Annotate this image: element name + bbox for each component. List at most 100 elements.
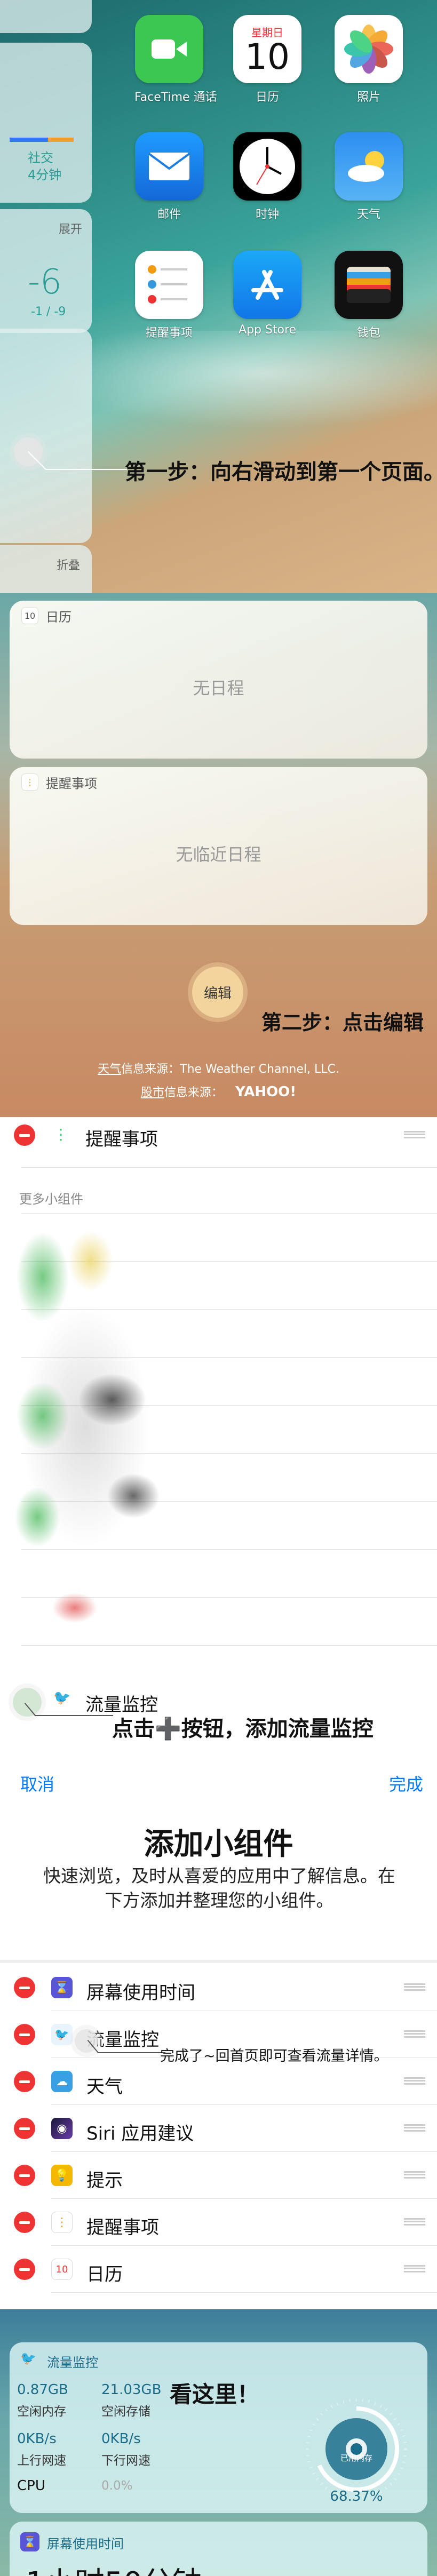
expand-link[interactable]: 展开 — [59, 220, 82, 237]
gauge-label: 已用内存 — [340, 2453, 372, 2463]
screen-time-title: 屏幕使用时间 — [47, 2537, 124, 2551]
widget-row[interactable]: ⌛ 屏幕使用时间 — [0, 1964, 437, 2011]
storage-label: 空闲存储 — [101, 2405, 150, 2419]
cpu-label: CPU — [17, 2478, 45, 2494]
app-facetime[interactable]: FaceTime 通话 — [134, 15, 217, 105]
app-mail[interactable]: 邮件 — [134, 132, 204, 222]
reminders-widget[interactable]: ⋮ 提醒事项 无临近日程 — [10, 767, 427, 925]
widget-row[interactable]: ☁ 天气 — [0, 2058, 437, 2105]
calendar-empty-text: 无日程 — [193, 678, 244, 698]
stock-source-text: 信息来源： — [164, 1086, 223, 1099]
reminders-icon: ⋮ — [51, 2212, 73, 2233]
today-widget-weather: 展开 -6 -1 / -9 — [0, 209, 92, 333]
calendar-small-icon: 10 — [21, 607, 38, 624]
edit-button[interactable]: 编辑 — [192, 967, 243, 1018]
today-widget-screen-time[interactable]: 社交 4分钟 — [0, 43, 92, 203]
remove-button[interactable] — [14, 2024, 35, 2045]
stock-source-link[interactable]: 股市 — [141, 1086, 164, 1099]
upload-speed-value: 0KB/s — [17, 2431, 57, 2447]
siri-icon: ◉ — [51, 2118, 73, 2139]
result-widget-section: 🐦 流量监控 0.87GB 空闲内存 21.03GB 空闲存储 0KB/s 上行… — [0, 2309, 437, 2576]
look-here-annotation: 看这里！ — [170, 2381, 260, 2407]
blurred-widget-list — [11, 1213, 187, 1645]
remove-button[interactable] — [14, 2212, 35, 2233]
step1-annotation: 第一步：向右滑动到第一个页面。 — [125, 460, 437, 484]
screen-time-widget[interactable]: ⌛ 屏幕使用时间 1小时50分钟 — [10, 2522, 427, 2576]
remove-button[interactable] — [14, 2118, 35, 2139]
app-label: 时钟 — [255, 208, 279, 221]
app-weather[interactable]: 天气 — [334, 132, 403, 222]
mem-free-label: 空闲内存 — [17, 2405, 66, 2419]
app-label: 提醒事项 — [145, 326, 193, 340]
appstore-icon — [233, 251, 301, 319]
done-button[interactable]: 完成 — [389, 1771, 423, 1796]
drag-handle[interactable] — [404, 2030, 425, 2038]
today-widget-bottom: 折叠 — [0, 545, 92, 593]
cpu-value: 0.0% — [101, 2479, 133, 2493]
remove-button[interactable] — [14, 1124, 35, 1146]
flow-widget-title: 流量监控 — [47, 2355, 98, 2370]
divider — [0, 1960, 437, 1963]
yahoo-logo: YAHOO! — [235, 1084, 297, 1100]
app-reminders[interactable]: 提醒事项 — [134, 251, 204, 340]
gauge-value: 68.37% — [330, 2489, 383, 2505]
home-screen-section: 社交 4分钟 展开 -6 -1 / -9 折叠 FaceTime 通话 星期日 … — [0, 0, 437, 593]
divider — [21, 1167, 437, 1168]
photos-icon — [335, 15, 403, 83]
app-label: 照片 — [356, 91, 380, 104]
drag-handle[interactable] — [404, 1131, 425, 1138]
today-view-section: 10 日历 无日程 ⋮ 提醒事项 无临近日程 编辑 第二步：点击编辑 天气信息来… — [0, 593, 437, 1117]
pointer-line — [88, 2040, 165, 2053]
lightbulb-icon: 💡 — [51, 2165, 73, 2186]
widget-row[interactable]: ◉ Siri 应用建议 — [0, 2105, 437, 2152]
app-clock[interactable]: 时钟 — [233, 132, 302, 222]
active-widget-reminders: 提醒事项 — [85, 1129, 158, 1150]
widget-name: 提示 — [86, 2170, 123, 2191]
download-speed-value: 0KB/s — [101, 2431, 141, 2447]
widget-name: 天气 — [86, 2076, 123, 2098]
widget-row[interactable]: ⋮ 提醒事项 — [0, 2199, 437, 2246]
app-label: 钱包 — [356, 326, 380, 340]
app-photos[interactable]: 照片 — [334, 15, 403, 105]
widget-name: 提醒事项 — [86, 2217, 159, 2238]
temperature: -6 — [28, 262, 62, 302]
more-widgets-section: ⋮ 提醒事项 更多小组件 🐦 流量监控 点击➕按钮，添加流量监控 — [0, 1117, 437, 1752]
remove-button[interactable] — [14, 1977, 35, 1998]
drag-handle[interactable] — [404, 2124, 425, 2132]
pointer-line — [25, 1703, 113, 1716]
page-title: 添加小组件 — [144, 1827, 293, 1862]
calendar-icon: 10 — [51, 2259, 73, 2280]
screen-time-value: 1小时50分钟 — [26, 2559, 202, 2576]
widget-name: 日历 — [86, 2264, 123, 2285]
widget-row[interactable]: 10 日历 — [0, 2246, 437, 2293]
step2-annotation: 第二步：点击编辑 — [261, 1011, 424, 1034]
cancel-button[interactable]: 取消 — [20, 1771, 54, 1796]
drag-handle[interactable] — [404, 2171, 425, 2179]
app-calendar[interactable]: 星期日 10 日历 — [233, 15, 302, 105]
weather-source: 天气信息来源：The Weather Channel, LLC. — [0, 1059, 437, 1076]
fold-link[interactable]: 折叠 — [57, 556, 80, 573]
social-time: 4分钟 — [28, 168, 62, 182]
hourglass-icon: ⌛ — [20, 2532, 39, 2551]
remove-button[interactable] — [14, 2259, 35, 2280]
reminders-small-icon: ⋮ — [21, 773, 38, 791]
upload-speed-label: 上行网速 — [17, 2454, 66, 2468]
app-wallet[interactable]: 钱包 — [334, 251, 403, 340]
drag-handle[interactable] — [404, 2265, 425, 2272]
calendar-widget[interactable]: 10 日历 无日程 — [10, 601, 427, 759]
widget-row[interactable]: 💡 提示 — [0, 2152, 437, 2199]
weather-source-link[interactable]: 天气 — [98, 1063, 121, 1076]
widget-name: Siri 应用建议 — [86, 2123, 194, 2144]
remove-button[interactable] — [14, 2165, 35, 2186]
today-widget-top — [0, 0, 92, 33]
drag-handle[interactable] — [404, 1983, 425, 1991]
weather-source-text: 信息来源：The Weather Channel, LLC. — [121, 1063, 339, 1076]
app-appstore[interactable]: App Store — [233, 251, 302, 337]
drag-handle[interactable] — [404, 2218, 425, 2226]
flow-bird-icon: 🐦 — [20, 2351, 36, 2366]
drag-handle[interactable] — [404, 2077, 425, 2085]
app-label: 日历 — [255, 91, 279, 104]
remove-button[interactable] — [14, 2071, 35, 2092]
flow-monitor-widget[interactable]: 🐦 流量监控 0.87GB 空闲内存 21.03GB 空闲存储 0KB/s 上行… — [10, 2342, 427, 2513]
mail-icon — [135, 132, 203, 201]
